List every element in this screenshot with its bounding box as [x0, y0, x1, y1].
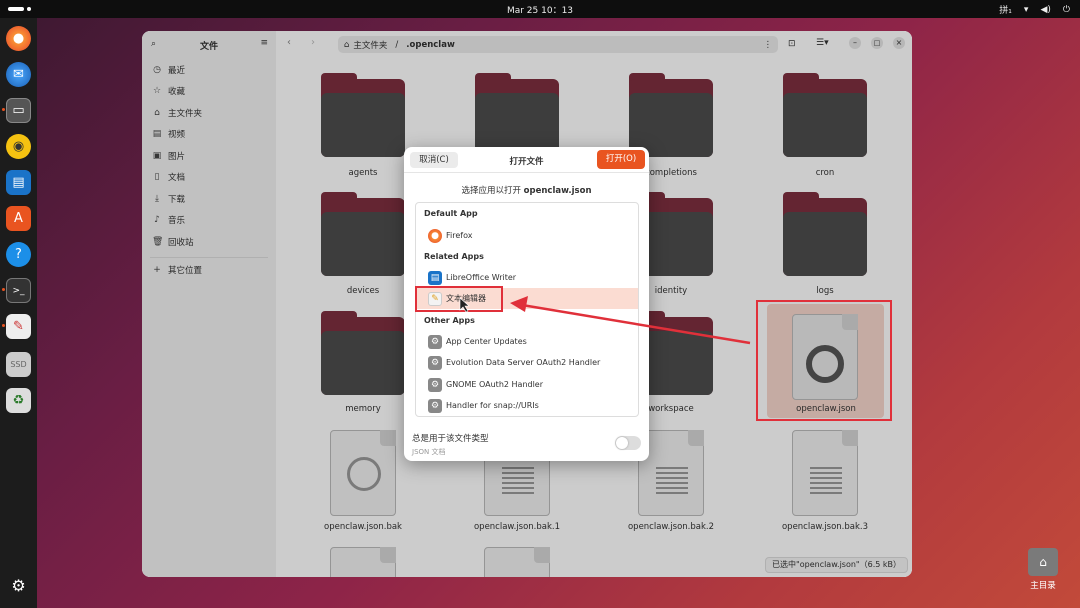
gear-icon: ⚙ — [428, 355, 442, 370]
clock[interactable]: Mar 25 10：13 — [507, 3, 573, 16]
text-editor-icon[interactable]: ✎ — [6, 314, 31, 339]
highlight-openclaw-json — [756, 300, 892, 421]
firefox-icon[interactable]: ● — [6, 26, 31, 51]
home-folder-icon: ⌂ — [1028, 548, 1058, 576]
activities-indicator[interactable] — [8, 7, 31, 11]
app-center-updates[interactable]: ⚙ App Center Updates — [416, 331, 638, 352]
input-method-indicator[interactable]: 拼₁ — [999, 3, 1012, 16]
help-icon[interactable]: ? — [6, 242, 31, 267]
wifi-icon[interactable]: ▾ — [1024, 5, 1029, 15]
app-gnome-oauth2[interactable]: ⚙ GNOME OAuth2 Handler — [416, 374, 638, 395]
section-related: Related Apps — [424, 252, 484, 261]
highlight-text-editor — [415, 286, 503, 312]
always-use-label: 总是用于该文件类型 — [412, 434, 489, 444]
app-libreoffice-writer[interactable]: ▤ LibreOffice Writer — [416, 267, 638, 288]
volume-icon[interactable]: ◀) — [1040, 5, 1050, 15]
libreoffice-writer-icon: ▤ — [428, 270, 442, 285]
app-center-icon[interactable]: A — [6, 206, 31, 231]
gear-icon: ⚙ — [428, 398, 442, 413]
show-apps-icon[interactable]: ⚙ — [6, 573, 31, 598]
file-type-label: JSON 文档 — [412, 448, 446, 456]
dialog-subtitle: 选择应用以打开 openclaw.json — [461, 186, 592, 196]
dock: ● ✉ ▭ ◉ ▤ A ? >_ ✎ SSD ♻ ⚙ — [0, 18, 37, 608]
power-icon[interactable]: ⏻ — [1063, 5, 1070, 15]
always-use-row: 总是用于该文件类型 JSON 文档 — [412, 432, 489, 457]
gear-icon: ⚙ — [428, 334, 442, 349]
thunderbird-icon[interactable]: ✉ — [6, 62, 31, 87]
open-button[interactable]: 打开(O) — [597, 150, 645, 169]
files-icon[interactable]: ▭ — [6, 98, 31, 123]
section-other: Other Apps — [424, 316, 475, 325]
firefox-icon: ● — [428, 228, 442, 243]
app-evolution-oauth2[interactable]: ⚙ Evolution Data Server OAuth2 Handler — [416, 352, 638, 373]
rhythmbox-icon[interactable]: ◉ — [6, 134, 31, 159]
libreoffice-writer-icon[interactable]: ▤ — [6, 170, 31, 195]
app-snap-handler[interactable]: ⚙ Handler for snap://URIs — [416, 395, 638, 416]
gear-icon: ⚙ — [428, 377, 442, 392]
top-bar: Mar 25 10：13 拼₁ ▾ ◀) ⏻ — [0, 0, 1080, 18]
ssd-drive-icon[interactable]: SSD — [6, 352, 31, 377]
app-firefox[interactable]: ● Firefox — [416, 225, 638, 246]
always-use-toggle[interactable] — [615, 436, 641, 450]
section-default: Default App — [424, 209, 478, 218]
trash-icon[interactable]: ♻ — [6, 388, 31, 413]
desktop-home-label: 主目录 — [1030, 581, 1056, 591]
terminal-icon[interactable]: >_ — [6, 278, 31, 303]
desktop-home-folder[interactable]: ⌂ 主目录 — [1023, 548, 1063, 591]
